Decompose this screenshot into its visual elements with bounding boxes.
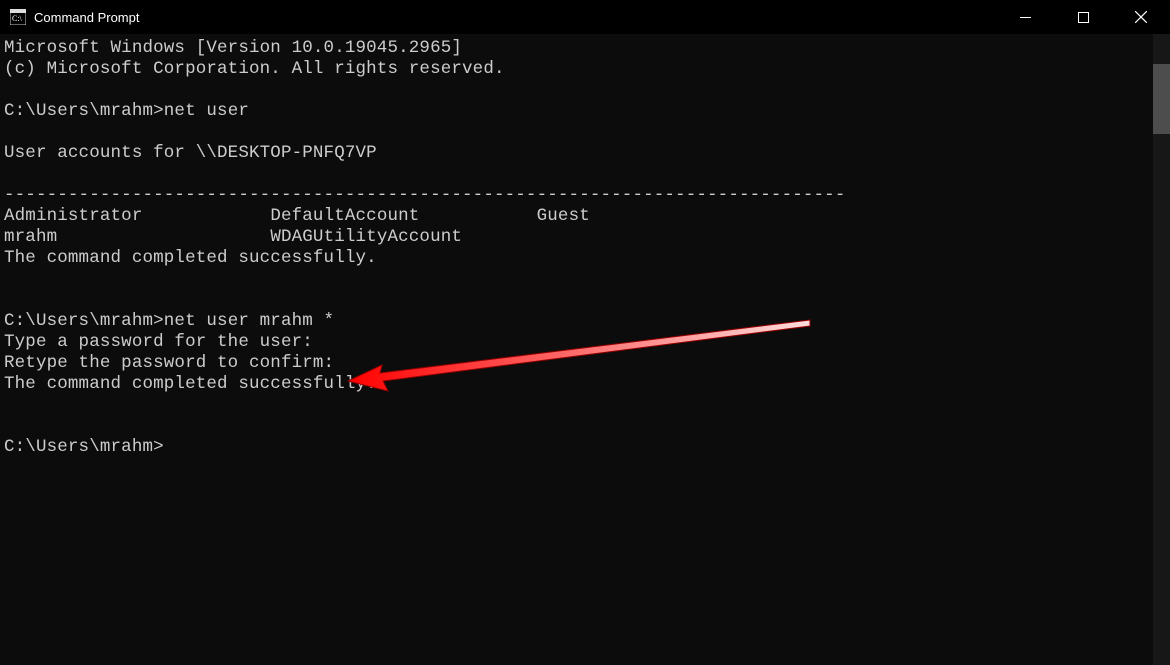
scrollbar-track[interactable] [1153,34,1170,665]
close-button[interactable] [1112,0,1170,34]
accounts-header: User accounts for \\DESKTOP-PNFQ7VP [4,143,377,163]
window-title: Command Prompt [34,10,996,25]
password-prompt: Type a password for the user: [4,332,313,352]
titlebar: C:\ Command Prompt [0,0,1170,34]
user-cell: DefaultAccount [270,206,419,226]
scrollbar-thumb[interactable] [1153,64,1170,134]
cmd-icon: C:\ [10,9,26,25]
svg-text:C:\: C:\ [12,14,23,23]
command-text: net user [164,101,249,121]
user-cell: Guest [537,206,590,226]
os-version-line: Microsoft Windows [Version 10.0.19045.29… [4,38,462,58]
user-cell: Administrator [4,206,142,226]
prompt: C:\Users\mrahm> [4,437,164,457]
divider-line: ----------------------------------------… [4,185,846,205]
success-message: The command completed successfully. [4,248,377,268]
minimize-button[interactable] [996,0,1054,34]
prompt: C:\Users\mrahm> [4,101,164,121]
copyright-line: (c) Microsoft Corporation. All rights re… [4,59,505,79]
user-cell: mrahm [4,227,57,247]
window-controls [996,0,1170,34]
prompt: C:\Users\mrahm> [4,311,164,331]
success-message: The command completed successfully. [4,374,377,394]
password-confirm-prompt: Retype the password to confirm: [4,353,334,373]
command-text: net user mrahm * [164,311,334,331]
maximize-button[interactable] [1054,0,1112,34]
terminal-output[interactable]: Microsoft Windows [Version 10.0.19045.29… [0,34,1170,462]
user-cell: WDAGUtilityAccount [270,227,462,247]
